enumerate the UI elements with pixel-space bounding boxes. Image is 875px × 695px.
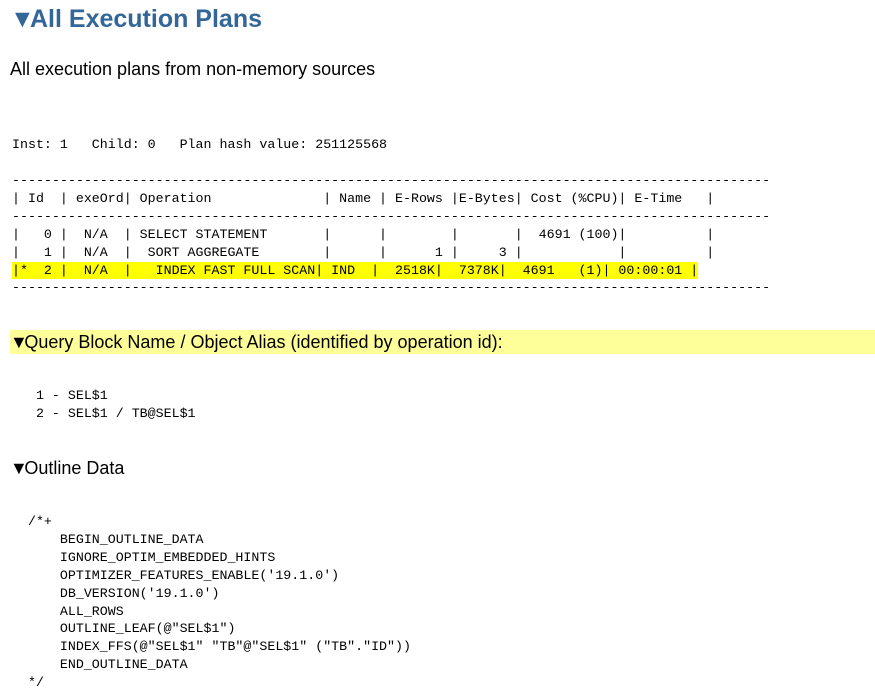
section-heading-all-execution-plans[interactable]: ▼All Execution Plans: [10, 1, 262, 37]
plan-table-separator: ----------------------------------------…: [12, 173, 771, 188]
outline-line: OUTLINE_LEAF(@"SEL$1"): [12, 621, 236, 637]
plan-table: ----------------------------------------…: [12, 172, 770, 297]
query-block-heading-label: Query Block Name / Object Alias (identif…: [24, 332, 503, 352]
query-block-list: 1 - SEL$1 2 - SEL$1 / TB@SEL$1: [12, 387, 196, 423]
plan-table-row: | 1 | N/A | SORT AGGREGATE | | 1 | 3 | |…: [12, 244, 715, 260]
collapse-triangle-icon: ▼: [10, 332, 28, 352]
collapse-triangle-icon: ▼: [10, 5, 35, 33]
collapse-triangle-icon: ▼: [10, 458, 28, 478]
plan-table-header-row: | Id | exeOrd| Operation | Name | E-Rows…: [12, 190, 715, 206]
outline-line: IGNORE_OPTIM_EMBEDDED_HINTS: [12, 549, 276, 565]
outline-data-block: /*+ BEGIN_OUTLINE_DATA IGNORE_OPTIM_EMBE…: [12, 513, 411, 692]
outline-line: */: [12, 675, 44, 691]
outline-line: INDEX_FFS(@"SEL$1" "TB"@"SEL$1" ("TB"."I…: [12, 639, 411, 655]
outline-line: BEGIN_OUTLINE_DATA: [12, 531, 204, 547]
outline-line: DB_VERSION('19.1.0'): [12, 585, 220, 601]
plan-table-row: | 0 | N/A | SELECT STATEMENT | | | | 469…: [12, 226, 715, 242]
plan-table-row-highlighted: |* 2 | N/A | INDEX FAST FULL SCAN| IND |…: [12, 261, 699, 280]
outline-line: ALL_ROWS: [12, 603, 124, 619]
query-block-line: 1 - SEL$1: [12, 388, 108, 403]
section-description: All execution plans from non-memory sour…: [10, 59, 376, 79]
plan-table-separator: ----------------------------------------…: [12, 280, 771, 296]
plan-header: Inst: 1 Child: 0 Plan hash value: 251125…: [12, 137, 388, 152]
page-title: All Execution Plans: [30, 5, 263, 33]
query-block-line: 2 - SEL$1 / TB@SEL$1: [12, 405, 196, 421]
outline-line: END_OUTLINE_DATA: [12, 657, 188, 673]
outline-line: OPTIMIZER_FEATURES_ENABLE('19.1.0'): [12, 567, 340, 583]
plan-table-separator: ----------------------------------------…: [12, 208, 771, 224]
section-heading-outline-data[interactable]: ▼Outline Data: [10, 456, 124, 480]
section-heading-query-block[interactable]: ▼Query Block Name / Object Alias (identi…: [10, 330, 875, 354]
outline-line: /*+: [12, 514, 52, 529]
outline-heading-label: Outline Data: [24, 458, 125, 478]
